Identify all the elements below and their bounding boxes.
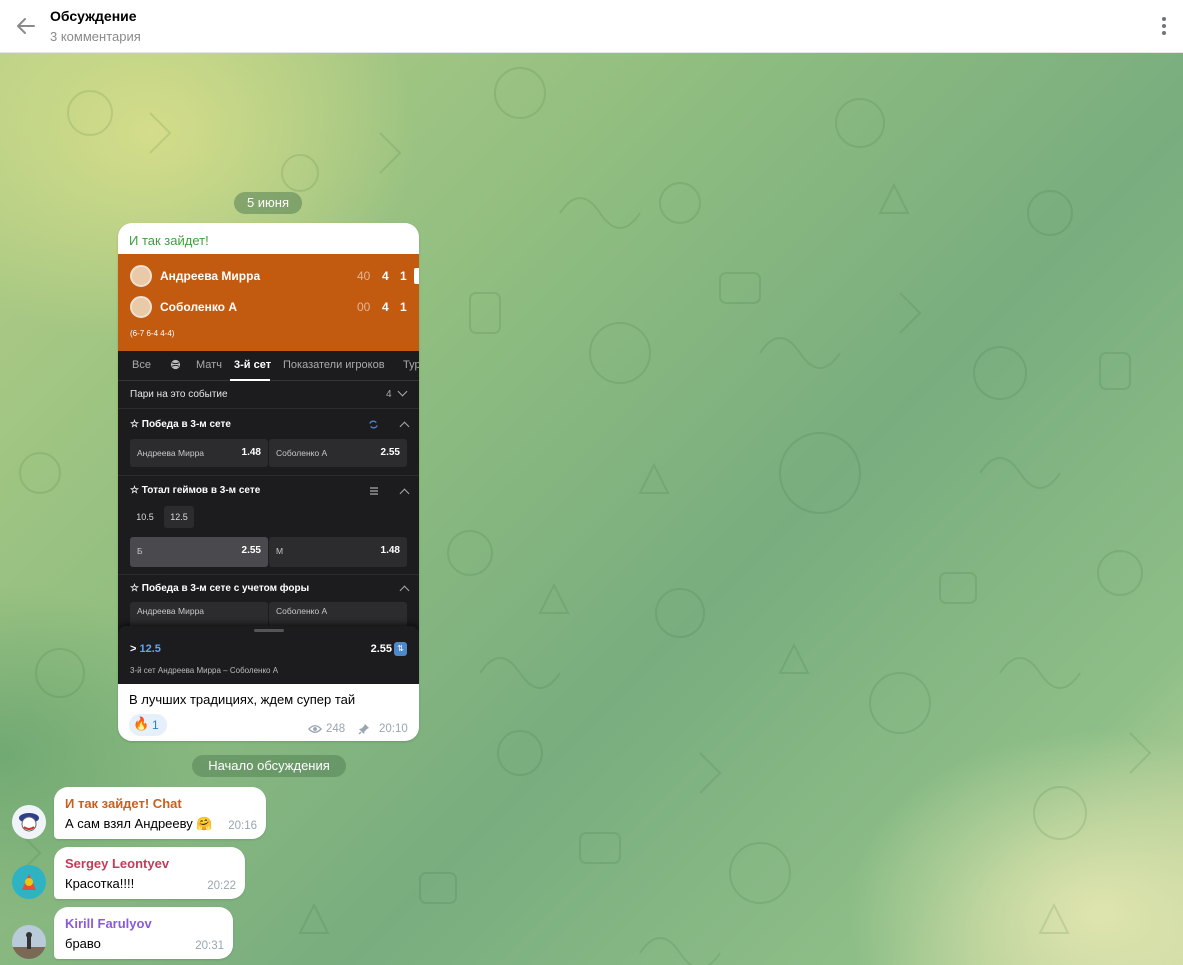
drag-handle <box>254 629 284 632</box>
arrow-left-icon[interactable] <box>14 14 38 38</box>
chevron-up-icon <box>399 488 410 499</box>
post-image[interactable]: Андреева Мирра 40 4 1 Соболенко А 00 4 1… <box>118 254 419 684</box>
discussion-start-pill: Начало обсуждения <box>192 755 346 777</box>
tab-all: Все <box>132 359 151 371</box>
header-subtitle: 3 комментария <box>50 29 141 44</box>
player-points: 40 <box>357 269 371 283</box>
player-games: 4 <box>382 300 389 314</box>
tab-set3: 3-й сет <box>234 359 272 371</box>
avatar[interactable] <box>12 925 46 959</box>
comment-bubble[interactable]: Kirill Farulyov браво 20:31 <box>54 907 233 959</box>
comment-author[interactable]: Sergey Leontyev <box>65 856 169 871</box>
tab-tour: Тур <box>403 359 419 371</box>
betslip-selection: > 12.5 <box>130 643 161 655</box>
channel-post[interactable]: И так зайдет! Андреева Мирра 40 4 1 Собо… <box>118 223 419 741</box>
divider <box>118 408 419 409</box>
avatar[interactable] <box>12 805 46 839</box>
betslip-panel: > 12.5 2.55 ⇅ 3-й сет Андреева Мирра – С… <box>118 626 419 684</box>
player-games: 4 <box>382 269 389 283</box>
comment-author[interactable]: Kirill Farulyov <box>65 916 152 931</box>
comment-time: 20:16 <box>228 820 257 832</box>
tab-match: Матч <box>196 359 222 371</box>
comment-time: 20:31 <box>195 940 224 952</box>
eye-icon <box>308 725 322 733</box>
line-chip-selected: 12.5 <box>164 506 194 528</box>
player-row: Андреева Мирра 40 4 1 <box>130 265 419 287</box>
player-row: Соболенко А 00 4 1 <box>130 296 419 318</box>
chat-header: Обсуждение 3 комментария <box>0 0 1183 53</box>
odd-button: Андреева Мирра 1.48 <box>130 439 268 467</box>
comment-bubble[interactable]: И так зайдет! Chat А сам взял Андрееву 🤗… <box>54 787 266 839</box>
avatar <box>130 265 152 287</box>
divider <box>118 475 419 476</box>
swap-icon: ⇅ <box>394 642 407 656</box>
serve-indicator <box>414 268 419 284</box>
comment-time: 20:22 <box>207 880 236 892</box>
player-sets: 1 <box>400 300 407 314</box>
player-sets: 1 <box>400 269 407 283</box>
post-time: 20:10 <box>379 723 408 735</box>
post-meta: 248 20:10 <box>308 723 418 737</box>
line-chip: 10.5 <box>136 512 154 522</box>
post-text: В лучших традициях, ждем супер тай <box>129 692 356 707</box>
comment-text: браво <box>65 936 101 951</box>
chevron-up-icon <box>399 421 410 432</box>
bets-count: 4 <box>386 389 392 400</box>
market-title: ☆ Победа в 3-м сете с учетом форы <box>130 583 310 594</box>
comment-text: Красотка!!!! <box>65 876 135 891</box>
pin-icon <box>358 724 369 735</box>
list-icon <box>370 487 378 495</box>
betslip-subtitle: 3-й сет Андреева Мирра – Соболенко А <box>130 666 279 675</box>
comment-text: А сам взял Андрееву 🤗 <box>65 816 213 831</box>
chevron-down-icon <box>397 386 408 397</box>
chevron-up-icon <box>399 585 410 596</box>
market-tabs: Все Матч 3-й сет Показатели игроков Тур <box>118 351 419 381</box>
fire-icon: 🔥 <box>133 716 150 731</box>
tab-player-stats: Показатели игроков <box>283 359 385 371</box>
odd-button: Соболенко А 2.55 <box>269 439 407 467</box>
avatar[interactable] <box>12 865 46 899</box>
comment-author[interactable]: И так зайдет! Chat <box>65 796 182 811</box>
bets-header: Пари на это событие <box>130 389 228 400</box>
reaction-count: 1 <box>152 718 159 732</box>
more-vertical-icon[interactable] <box>1159 15 1169 37</box>
market-title: ☆ Тотал геймов в 3-м сете <box>130 485 261 496</box>
header-title: Обсуждение <box>50 8 137 24</box>
comment-bubble[interactable]: Sergey Leontyev Красотка!!!! 20:22 <box>54 847 245 899</box>
market-title: ☆ Победа в 3-м сете <box>130 419 231 430</box>
hug-emoji-icon: 🤗 <box>196 816 213 831</box>
chat-area[interactable]: 5 июня И так зайдет! Андреева Мирра 40 4… <box>0 53 1183 965</box>
player-name: Соболенко А <box>160 300 238 314</box>
tab-underline <box>230 379 270 381</box>
set-scores: (6-7 6-4 4-4) <box>130 329 175 338</box>
refresh-icon <box>369 420 378 429</box>
date-pill: 5 июня <box>234 192 302 214</box>
betslip-odd: 2.55 <box>370 643 392 655</box>
odd-button-selected: Б 2.55 <box>130 537 268 567</box>
ball-icon <box>170 359 181 370</box>
scoreboard: Андреева Мирра 40 4 1 Соболенко А 00 4 1… <box>118 254 419 351</box>
post-author[interactable]: И так зайдет! <box>129 233 209 248</box>
avatar <box>130 296 152 318</box>
player-points: 00 <box>357 300 371 314</box>
player-name: Андреева Мирра <box>160 269 261 283</box>
divider <box>118 574 419 575</box>
odd-button: М 1.48 <box>269 537 407 567</box>
views-count: 248 <box>326 723 346 735</box>
reaction-fire[interactable]: 🔥 1 <box>129 714 167 736</box>
